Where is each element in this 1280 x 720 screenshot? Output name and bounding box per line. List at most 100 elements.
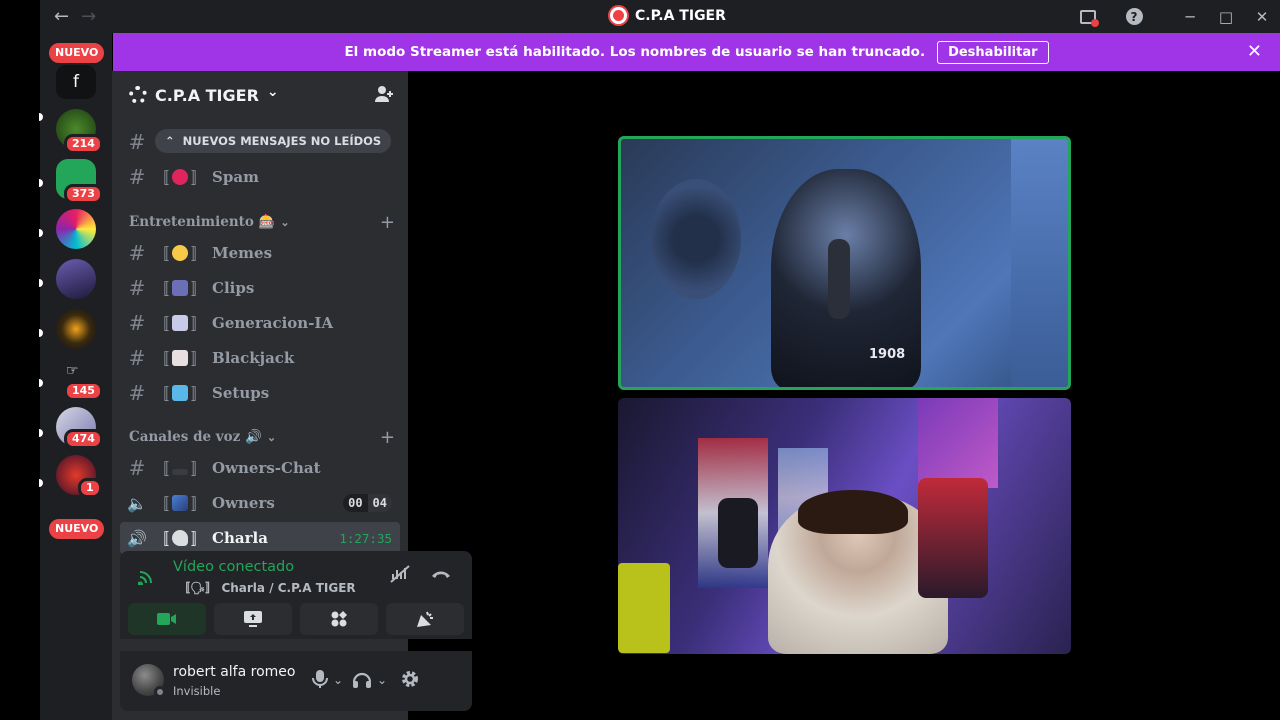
server-icon-purple[interactable]	[56, 259, 96, 299]
red-circle-icon	[172, 169, 189, 185]
clapper-icon	[172, 280, 189, 296]
invisible-status-icon	[154, 686, 166, 698]
channel-item-setups[interactable]: # 〚〛 Setups	[120, 377, 400, 409]
forward-arrow-icon[interactable]: →	[81, 6, 96, 27]
channel-item-blackjack[interactable]: # 〚〛 Blackjack	[120, 342, 400, 374]
inbox-button[interactable]	[1070, 0, 1106, 33]
unread-pill-indicator	[39, 279, 43, 287]
channel-item-owners[interactable]: 🔈 〚〛 Owners 00 04	[120, 487, 400, 519]
connection-signal-icon[interactable]	[137, 567, 156, 589]
channel-item-generacion-ia[interactable]: # 〚〛 Generacion-IA	[120, 307, 400, 339]
server-mention-badge: 214	[64, 134, 103, 154]
jersey-number: 1908	[869, 347, 906, 362]
channel-name: Blackjack	[212, 349, 295, 367]
server-icon-colorful[interactable]	[56, 209, 96, 249]
minimize-button[interactable]: ─	[1172, 0, 1208, 33]
pen-icon	[172, 495, 189, 511]
category-entretenimiento[interactable]: Entretenimiento 🎰 ⌄ +	[129, 212, 399, 233]
video-tile-speaking[interactable]: 1908	[618, 136, 1071, 390]
voice-location-emoji: 〚🗣〛	[178, 581, 218, 595]
username[interactable]: robert alfa romeo	[173, 664, 295, 680]
settings-gear-icon[interactable]	[400, 669, 420, 694]
category-canales-de-voz[interactable]: Canales de voz 🔊 ⌄ +	[129, 427, 399, 448]
server-icon-sun[interactable]	[56, 309, 96, 349]
camera-icon	[157, 613, 176, 625]
chevron-down-icon[interactable]: ⌄	[333, 673, 343, 687]
close-window-button[interactable]: ✕	[1244, 0, 1280, 33]
server-mention-badge: 145	[64, 381, 103, 401]
user-panel: robert alfa romeo Invisible ⌄ ⌄	[120, 651, 472, 711]
fan-shape	[651, 179, 741, 299]
window-title-text: C.P.A TIGER	[635, 7, 726, 24]
channel-name: Memes	[212, 244, 273, 262]
voice-status-label[interactable]: Vídeo conectado	[173, 559, 294, 575]
hair-shape	[798, 490, 908, 534]
voice-location[interactable]: 〚🗣〛 Charla / C.P.A TIGER	[178, 579, 356, 596]
speaker-icon: 🔊	[127, 528, 147, 548]
channel-name: Owners	[212, 494, 275, 512]
unread-pill-indicator	[39, 113, 43, 121]
cards-icon	[172, 350, 189, 366]
unread-messages-pill[interactable]: ⌃ NUEVOS MENSAJES NO LEÍDOS	[155, 129, 392, 153]
server-header[interactable]: C.P.A TIGER ⌄	[112, 71, 408, 119]
discord-window: ← → C.P.A TIGER ? ─ □ ✕ NUEVO f 214 373	[39, 0, 1280, 720]
server-boost-icon	[129, 86, 147, 104]
screen-share-icon	[244, 611, 262, 627]
activities-button[interactable]	[300, 603, 378, 635]
channel-emoji: 〚〛	[154, 168, 207, 187]
counter-max: 04	[367, 494, 392, 512]
server-f-label: f	[73, 72, 79, 92]
channel-sidebar: C.P.A TIGER ⌄ # ⌃ NUEVOS MENSAJES NO LEÍ…	[112, 71, 472, 720]
keyboard-icon	[172, 469, 189, 475]
close-banner-icon[interactable]: ✕	[1247, 41, 1262, 62]
camera-button[interactable]	[128, 603, 206, 635]
channel-emoji: 〚〛	[154, 494, 207, 513]
chevron-down-icon[interactable]: ⌄	[377, 673, 387, 687]
new-badge: NUEVO	[47, 517, 107, 541]
screen-share-button[interactable]	[214, 603, 292, 635]
channel-name: Spam	[212, 168, 259, 186]
headphones-icon[interactable]	[352, 669, 372, 694]
add-channel-icon[interactable]: +	[380, 427, 395, 448]
voice-action-buttons	[128, 603, 464, 635]
soundboard-icon	[417, 611, 433, 627]
help-button[interactable]: ?	[1116, 0, 1152, 33]
hash-icon: #	[128, 130, 146, 154]
server-mention-badge: 1	[78, 478, 102, 498]
disable-streamer-mode-button[interactable]: Deshabilitar	[937, 40, 1049, 64]
server-icon-f[interactable]: f	[56, 65, 96, 99]
channel-name: Generacion-IA	[212, 314, 334, 332]
noise-suppression-icon[interactable]	[390, 565, 410, 588]
hash-icon: #	[128, 381, 146, 405]
streamer-mode-banner: El modo Streamer está habilitado. Los no…	[113, 33, 1280, 71]
hash-icon: #	[128, 276, 146, 300]
channel-item-spam[interactable]: # 〚〛 Spam	[120, 161, 400, 193]
stage-hash-icon: #	[128, 456, 146, 480]
add-channel-icon[interactable]: +	[380, 212, 395, 233]
chair-shape	[918, 478, 988, 598]
channel-emoji: 〚〛	[154, 314, 207, 333]
disconnect-icon[interactable]	[430, 565, 452, 585]
unread-pill-indicator	[39, 229, 43, 237]
hash-icon: #	[128, 311, 146, 335]
channel-item-owners-chat[interactable]: # 〚〛 Owners-Chat	[120, 452, 400, 484]
server-mention-badge: 474	[64, 429, 103, 449]
laugh-emoji-icon	[172, 245, 189, 261]
mic-icon[interactable]	[312, 669, 328, 694]
video-tile-participant[interactable]	[618, 398, 1071, 654]
chevron-down-icon: ⌄	[266, 84, 279, 100]
maximize-button[interactable]: □	[1208, 0, 1244, 33]
channel-item-clips[interactable]: # 〚〛 Clips	[120, 272, 400, 304]
channel-item-charla[interactable]: 🔊 〚〛 Charla 1:27:35	[120, 522, 400, 554]
add-member-icon[interactable]	[374, 85, 394, 108]
soundboard-button[interactable]	[386, 603, 464, 635]
voice-status-row: Vídeo conectado 〚🗣〛 Charla / C.P.A TIGER	[128, 557, 464, 596]
new-badge: NUEVO	[47, 41, 107, 65]
microphone-shape	[828, 239, 850, 319]
inbox-icon	[1080, 9, 1099, 27]
server-mention-badge: 373	[64, 184, 103, 204]
voice-connection-panel: Vídeo conectado 〚🗣〛 Charla / C.P.A TIGER	[120, 551, 472, 639]
hash-icon: #	[128, 165, 146, 189]
back-arrow-icon[interactable]: ←	[54, 6, 69, 27]
channel-item-memes[interactable]: # 〚〛 Memes	[120, 237, 400, 269]
